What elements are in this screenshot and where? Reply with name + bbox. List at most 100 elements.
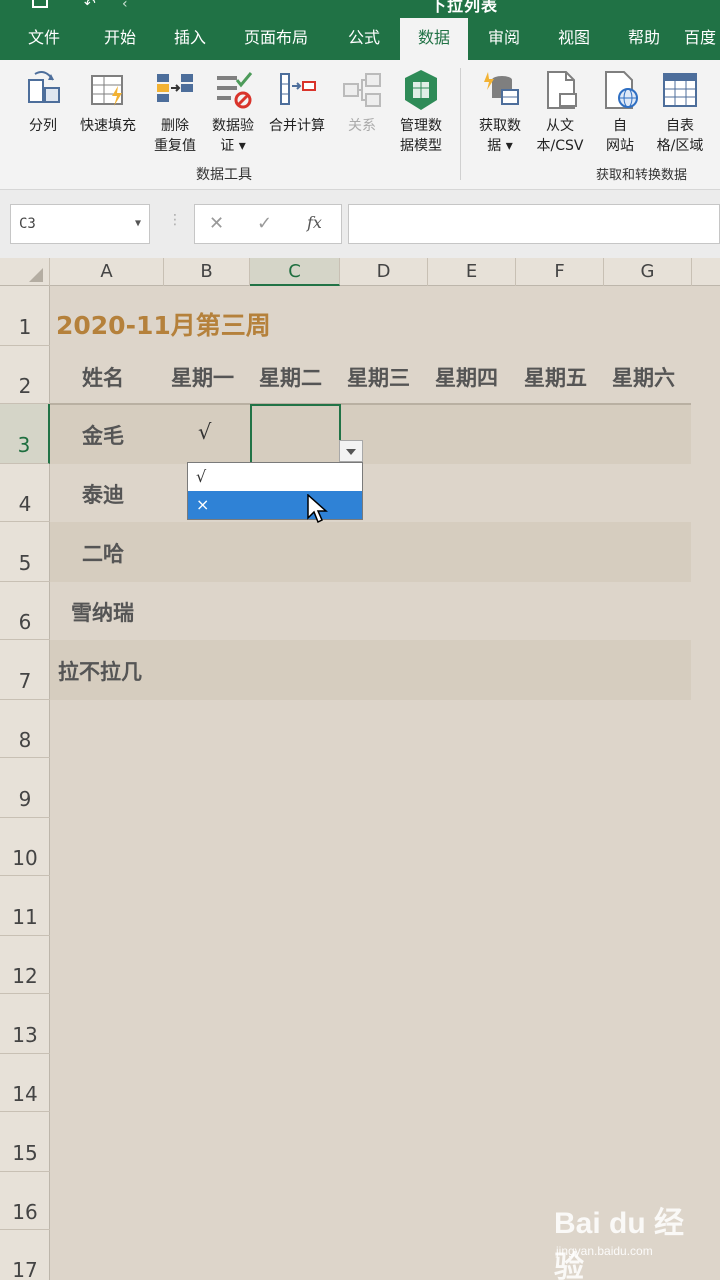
tab-insert[interactable]: 插入 [158, 18, 222, 60]
formula-bar-splitter[interactable]: ⋮ [168, 212, 182, 228]
manage-data-model-label-1: 管理数 [400, 118, 442, 134]
data-tools-group-label: 数据工具 [196, 167, 252, 183]
manage-data-model-label-2: 据模型 [400, 138, 442, 154]
title-bar: ↶ ‹ 下拉列表 [0, 0, 720, 18]
mouse-pointer-icon [307, 494, 328, 524]
remove-duplicates-button[interactable]: 删除 重复值 [146, 68, 204, 156]
get-data-button[interactable]: 获取数 据 ▾ [470, 68, 530, 156]
row-header-12[interactable]: 12 [0, 936, 50, 994]
row-header-4[interactable]: 4 [0, 464, 50, 522]
row-header-11[interactable]: 11 [0, 876, 50, 936]
tab-help[interactable]: 帮助 [612, 18, 676, 60]
row-header-7[interactable]: 7 [0, 640, 50, 700]
get-data-icon [478, 68, 522, 112]
name-cell-a4[interactable]: 泰迪 [82, 479, 124, 509]
data-validation-label-2: 证 ▾ [220, 138, 246, 154]
name-box[interactable]: C3 ▼ [10, 204, 150, 244]
text-to-columns-button[interactable]: 分列 [14, 68, 72, 136]
header-cell-name[interactable]: 姓名 [82, 362, 124, 392]
tab-review[interactable]: 审阅 [472, 18, 536, 60]
column-header-f[interactable]: F [516, 258, 604, 286]
row-header-15[interactable]: 15 [0, 1112, 50, 1172]
row-header-14[interactable]: 14 [0, 1054, 50, 1112]
row-header-13[interactable]: 13 [0, 994, 50, 1054]
insert-function-icon[interactable]: fx [307, 213, 322, 232]
name-cell-a7[interactable]: 拉不拉几 [58, 656, 142, 686]
tab-page-layout[interactable]: 页面布局 [232, 18, 320, 60]
row-header-8[interactable]: 8 [0, 700, 50, 758]
column-header-a[interactable]: A [50, 258, 164, 286]
manage-data-model-button[interactable]: 管理数 据模型 [390, 68, 452, 156]
flash-fill-icon [86, 68, 130, 112]
name-cell-a6[interactable]: 雪纳瑞 [71, 597, 134, 627]
header-cell-friday[interactable]: 星期五 [524, 362, 587, 392]
data-model-icon [399, 68, 443, 112]
table-icon [658, 68, 702, 112]
row-header-5[interactable]: 5 [0, 522, 50, 582]
enter-icon[interactable]: ✓ [257, 213, 272, 234]
cell-b3[interactable]: √ [198, 420, 211, 444]
formula-controls: ✕ ✓ fx [194, 204, 342, 244]
row-header-9[interactable]: 9 [0, 758, 50, 818]
remove-duplicates-label-2: 重复值 [154, 138, 196, 154]
from-table-range-button[interactable]: 自表 格/区域 [648, 68, 712, 156]
redo-icon[interactable]: ‹ [122, 0, 128, 12]
row-header-17[interactable]: 17 [0, 1230, 50, 1280]
row-header-6[interactable]: 6 [0, 582, 50, 640]
header-cell-thursday[interactable]: 星期四 [435, 362, 498, 392]
formula-input[interactable] [348, 204, 720, 244]
remove-duplicates-label-1: 删除 [161, 118, 189, 134]
column-header-c[interactable]: C [250, 258, 340, 286]
tab-data[interactable]: 数据 [400, 18, 468, 62]
header-cell-saturday[interactable]: 星期六 [612, 362, 675, 392]
tab-file[interactable]: 文件 [12, 18, 76, 60]
row-band-7 [50, 640, 691, 700]
get-transform-group-label: 获取和转换数据 [596, 168, 688, 183]
column-header-b[interactable]: B [164, 258, 250, 286]
consolidate-button[interactable]: 合并计算 [262, 68, 332, 136]
dropdown-arrow-icon [346, 449, 356, 455]
consolidate-icon [275, 68, 319, 112]
get-data-label-1: 获取数 [479, 118, 521, 134]
save-icon[interactable] [32, 0, 48, 8]
undo-icon[interactable]: ↶ [84, 0, 96, 12]
header-cell-wednesday[interactable]: 星期三 [347, 362, 410, 392]
select-all-corner[interactable] [0, 258, 50, 286]
row-header-16[interactable]: 16 [0, 1172, 50, 1230]
tab-baidu[interactable]: 百度 [684, 18, 720, 60]
worksheet-grid[interactable]: 2020-11月第三周 姓名 星期一 星期二 星期三 星期四 星期五 星期六 金… [50, 286, 720, 1280]
relationships-button[interactable]: 关系 [334, 68, 390, 136]
relationships-label: 关系 [348, 118, 376, 134]
validation-dropdown-button[interactable] [339, 440, 363, 462]
dropdown-option-check[interactable]: √ [188, 463, 362, 491]
from-web-button[interactable]: 自 网站 [594, 68, 646, 156]
name-cell-a5[interactable]: 二哈 [82, 538, 124, 568]
row-header-1[interactable]: 1 [0, 286, 50, 346]
dropdown-option-cross[interactable]: × [188, 491, 362, 519]
tab-formulas[interactable]: 公式 [332, 18, 396, 60]
header-cell-monday[interactable]: 星期一 [171, 362, 234, 392]
sheet-title-cell[interactable]: 2020-11月第三周 [56, 306, 271, 342]
from-text-csv-button[interactable]: 从文 本/CSV [530, 68, 590, 156]
remove-duplicates-icon [153, 68, 197, 112]
row-header-3[interactable]: 3 [0, 404, 50, 464]
consolidate-label: 合并计算 [269, 118, 325, 134]
column-headers: A B C D E F G [0, 258, 720, 286]
name-box-dropdown-icon[interactable]: ▼ [135, 205, 141, 243]
column-header-g[interactable]: G [604, 258, 692, 286]
name-cell-a3[interactable]: 金毛 [82, 420, 124, 450]
watermark-url: jingyan.baidu.com [556, 1244, 653, 1258]
data-validation-button[interactable]: 数据验 证 ▾ [204, 68, 262, 156]
row-header-10[interactable]: 10 [0, 818, 50, 876]
active-cell-c3[interactable] [250, 404, 341, 464]
tab-view[interactable]: 视图 [542, 18, 606, 60]
column-header-e[interactable]: E [428, 258, 516, 286]
column-header-d[interactable]: D [340, 258, 428, 286]
flash-fill-button[interactable]: 快速填充 [72, 68, 144, 136]
cancel-icon[interactable]: ✕ [209, 213, 224, 234]
row-header-2[interactable]: 2 [0, 346, 50, 404]
tab-home[interactable]: 开始 [88, 18, 152, 60]
ribbon: 分列 快速填充 删除 重复值 数据验 证 ▾ 合并计算 关系 管理数 据模型 数… [0, 60, 720, 190]
header-cell-tuesday[interactable]: 星期二 [259, 362, 322, 392]
watermark-logo: Bai du 经验 [554, 1207, 685, 1280]
